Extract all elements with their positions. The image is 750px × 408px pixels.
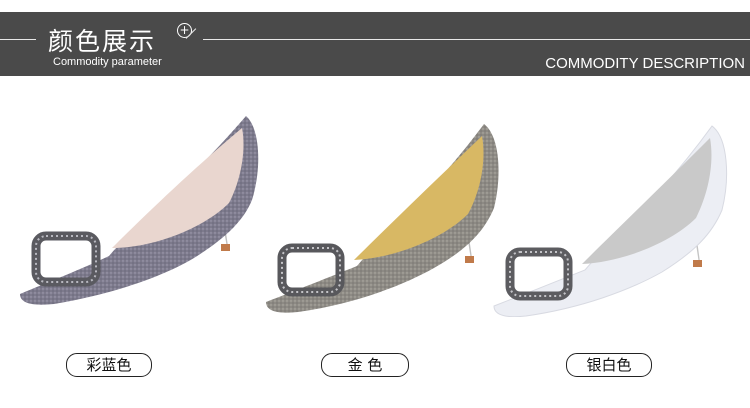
shoe-image-blue <box>20 116 259 305</box>
plus-circle-icon: + <box>177 23 192 38</box>
shoe-image-gold <box>266 124 499 313</box>
divider-line-right <box>203 39 750 40</box>
commodity-description-heading: COMMODITY DESCRIPTION <box>545 55 745 72</box>
divider-line-left <box>0 39 36 40</box>
top-strip <box>0 0 750 12</box>
page-title: 颜色展示 <box>48 27 157 56</box>
color-label-blue: 彩蓝色 <box>66 353 152 377</box>
page-subtitle: Commodity parameter <box>53 56 162 68</box>
shoe-image-silver <box>493 125 728 317</box>
color-label-silver: 银白色 <box>566 353 652 377</box>
color-label-gold: 金 色 <box>321 353 409 377</box>
header-banner: 颜色展示 + Commodity parameter COMMODITY DES… <box>0 12 750 76</box>
